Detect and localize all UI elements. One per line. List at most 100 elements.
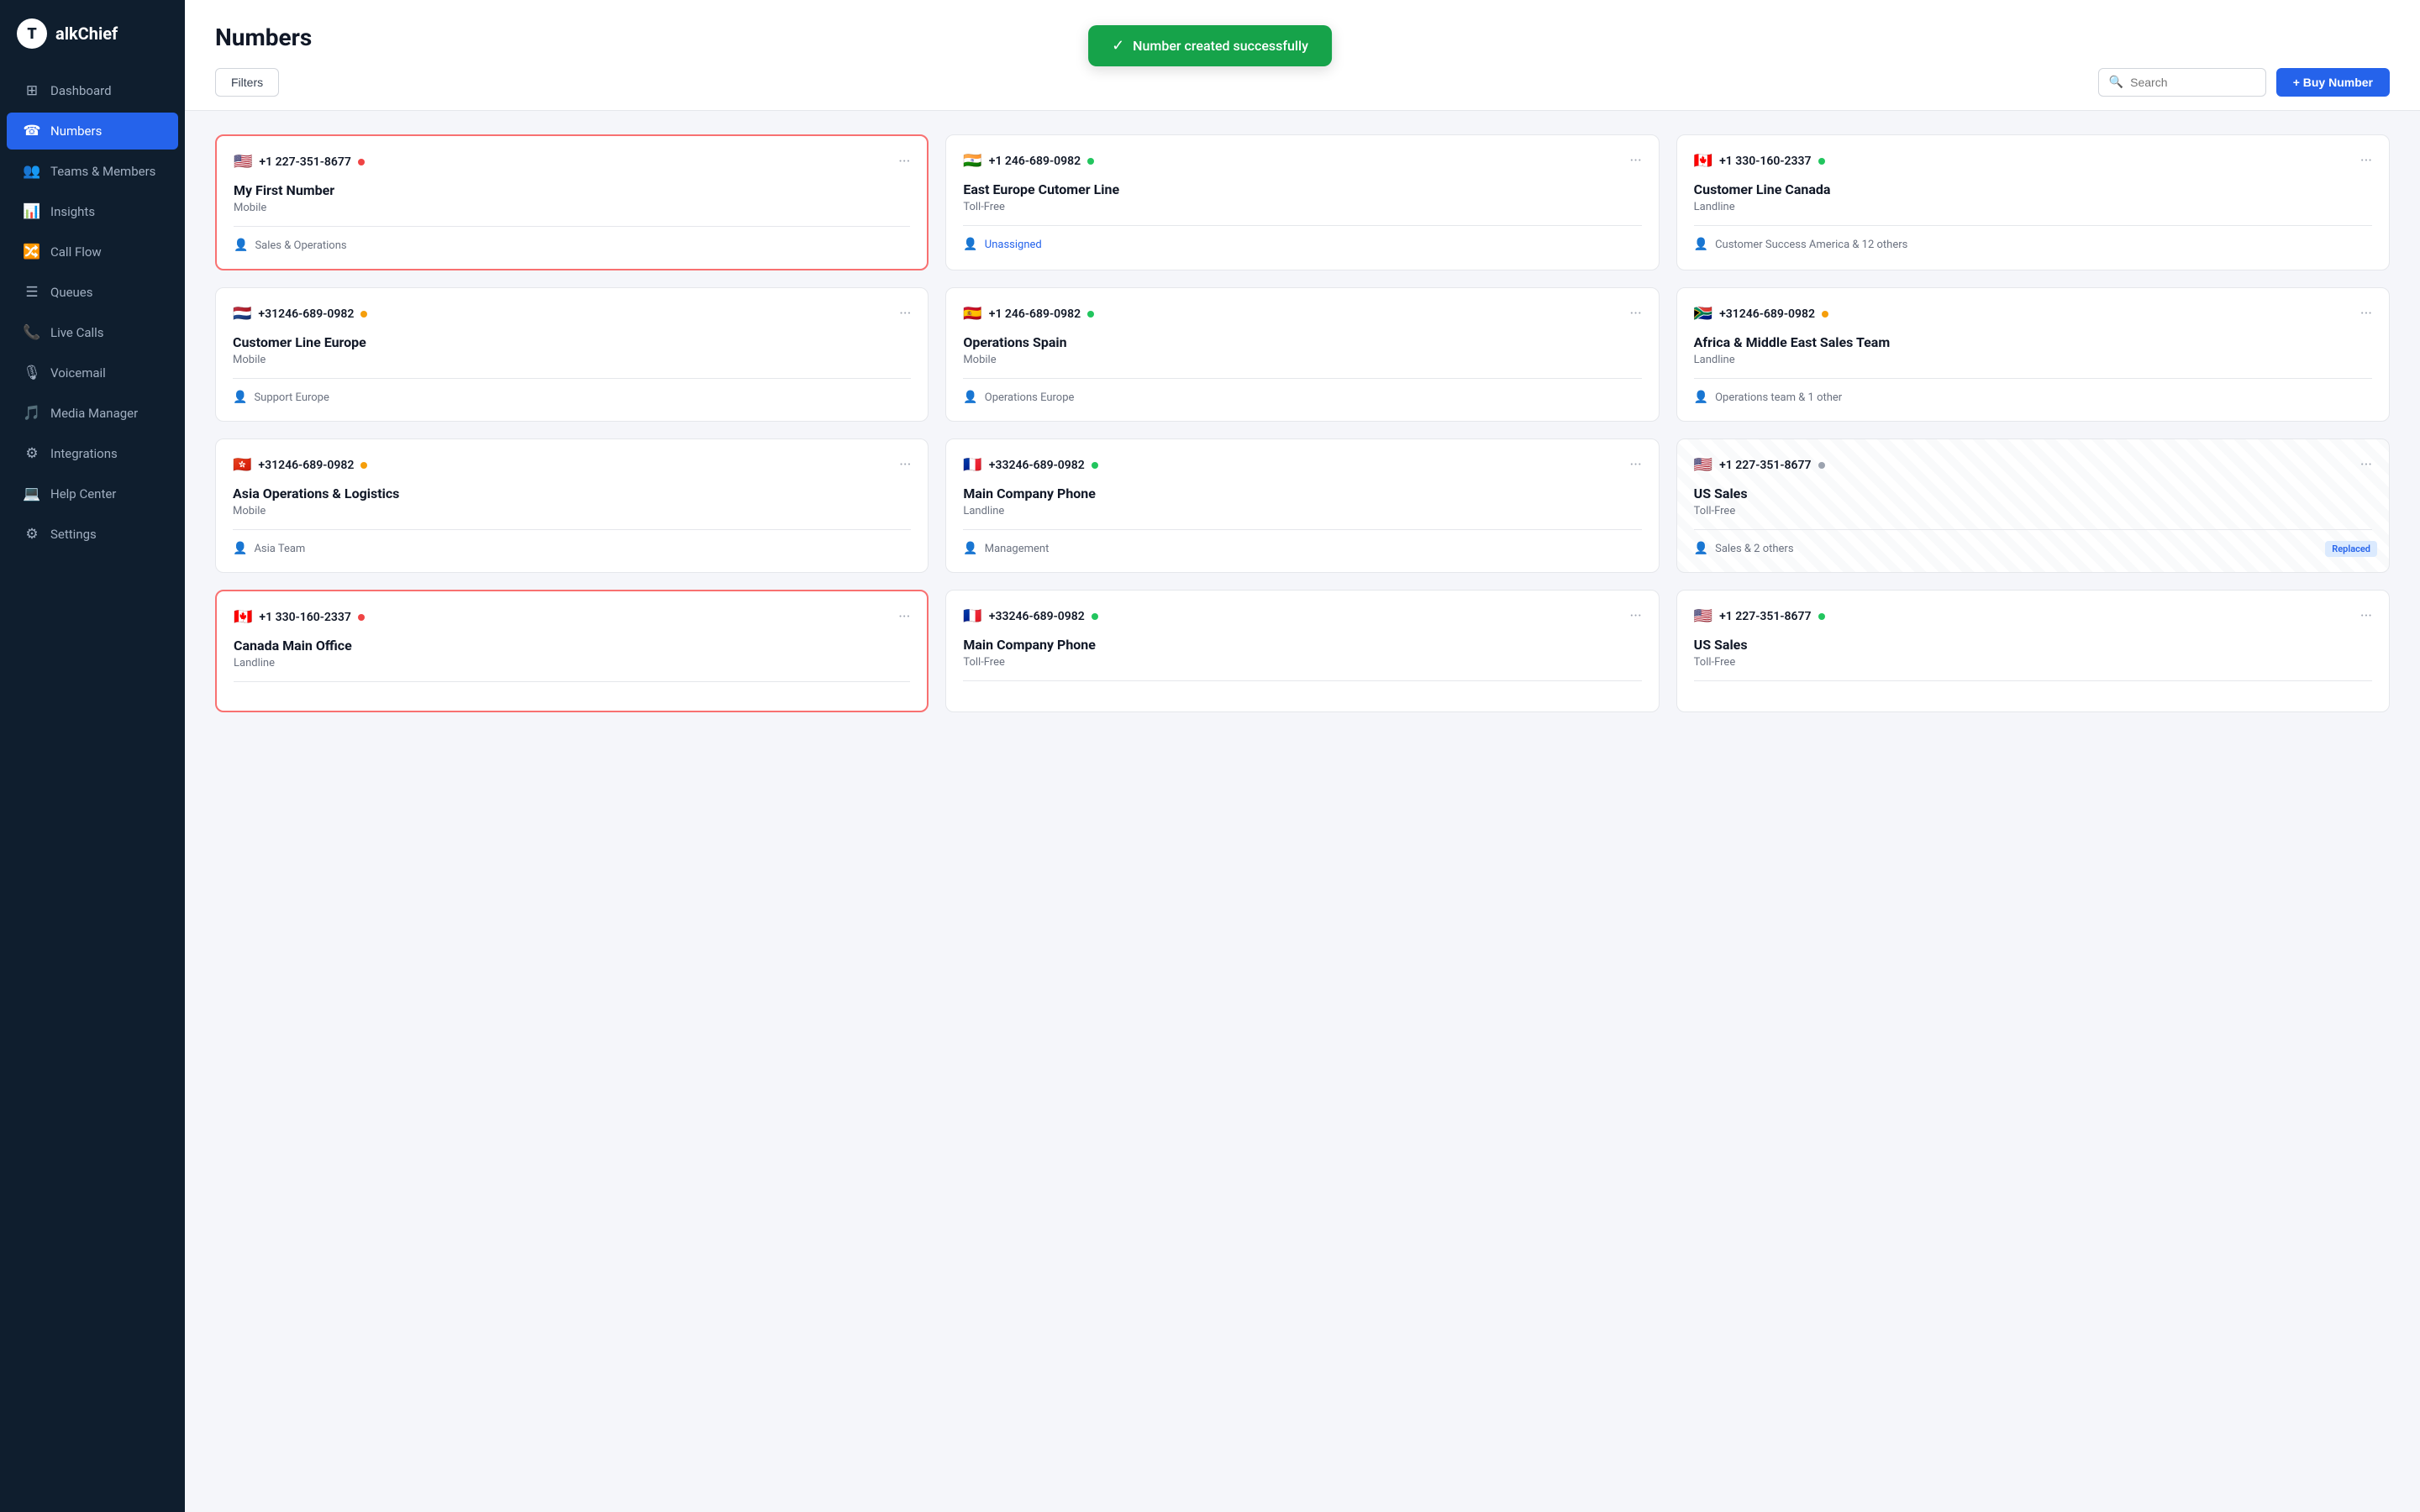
card-name: Asia Operations & Logistics — [233, 486, 911, 501]
card-team: 👤 Operations Europe — [963, 391, 1641, 404]
sidebar-item-livecalls[interactable]: 📞Live Calls — [7, 314, 178, 351]
card-number: +1 227-351-8677 — [1719, 459, 1811, 472]
buy-number-button[interactable]: + Buy Number — [2276, 68, 2390, 97]
card-menu-button[interactable]: ··· — [2360, 305, 2372, 323]
main-content: ✓ Number created successfully Numbers Fi… — [185, 0, 2420, 1512]
queues-icon: ☰ — [24, 284, 40, 301]
status-dot — [1818, 462, 1825, 469]
card-type: Toll-Free — [1694, 656, 2372, 669]
card-name: Main Company Phone — [963, 637, 1641, 653]
team-icon: 👤 — [233, 542, 247, 555]
search-input[interactable] — [2130, 76, 2255, 89]
card-menu-button[interactable]: ··· — [898, 153, 910, 171]
filter-button[interactable]: Filters — [215, 68, 279, 97]
sidebar-item-numbers[interactable]: ☎Numbers — [7, 113, 178, 150]
card-divider — [234, 681, 910, 682]
card-type: Landline — [1694, 354, 2372, 366]
card-type: Toll-Free — [963, 201, 1641, 213]
team-label: Asia Team — [254, 543, 305, 555]
status-dot — [1092, 462, 1098, 469]
card-top: 🇭🇰 +31246-689-0982 ··· — [233, 456, 911, 474]
number-card[interactable]: 🇺🇸 +1 227-351-8677 ··· US Sales Toll-Fre… — [1676, 438, 2390, 573]
help-icon: 💻 — [24, 486, 40, 502]
sidebar-item-label: Insights — [50, 204, 95, 219]
flag-icon: 🇭🇰 — [233, 456, 251, 474]
flag-icon: 🇺🇸 — [1694, 607, 1712, 625]
number-card[interactable]: 🇺🇸 +1 227-351-8677 ··· My First Number M… — [215, 134, 929, 270]
search-icon: 🔍 — [2109, 76, 2123, 89]
card-menu-button[interactable]: ··· — [2360, 607, 2372, 625]
card-top: 🇨🇦 +1 330-160-2337 ··· — [1694, 152, 2372, 170]
flag-icon: 🇺🇸 — [1694, 456, 1712, 474]
sidebar-item-label: Queues — [50, 285, 93, 300]
sidebar-item-label: Live Calls — [50, 325, 104, 340]
card-team: 👤 Sales & 2 others — [1694, 542, 2372, 555]
card-menu-button[interactable]: ··· — [1630, 152, 1642, 170]
card-name: East Europe Cutomer Line — [963, 181, 1641, 197]
card-name: Canada Main Office — [234, 638, 910, 654]
team-icon: 👤 — [233, 391, 247, 404]
sidebar-item-dashboard[interactable]: ⊞Dashboard — [7, 72, 178, 109]
card-name: Main Company Phone — [963, 486, 1641, 501]
number-card[interactable]: 🇳🇱 +31246-689-0982 ··· Customer Line Eur… — [215, 287, 929, 422]
number-card[interactable]: 🇨🇦 +1 330-160-2337 ··· Canada Main Offic… — [215, 590, 929, 712]
sidebar-item-help[interactable]: 💻 Help Center — [7, 475, 178, 512]
status-dot — [1092, 613, 1098, 620]
card-team: 👤 Operations team & 1 other — [1694, 391, 2372, 404]
toast-message: Number created successfully — [1133, 38, 1308, 54]
card-top: 🇺🇸 +1 227-351-8677 ··· — [1694, 456, 2372, 474]
card-number: +33246-689-0982 — [989, 610, 1085, 623]
flag-icon: 🇨🇦 — [234, 608, 252, 626]
flag-icon: 🇿🇦 — [1694, 305, 1712, 323]
voicemail-icon: 🎙 — [24, 365, 40, 381]
sidebar-item-voicemail[interactable]: 🎙Voicemail — [7, 354, 178, 391]
teams-icon: 👥 — [24, 163, 40, 180]
sidebar-item-settings[interactable]: ⚙Settings — [7, 516, 178, 553]
card-name: Africa & Middle East Sales Team — [1694, 334, 2372, 350]
card-menu-button[interactable]: ··· — [898, 608, 910, 626]
card-menu-button[interactable]: ··· — [1630, 456, 1642, 474]
card-team: 👤 Unassigned — [963, 238, 1641, 251]
sidebar-logo: T alkChief — [0, 0, 185, 64]
insights-icon: 📊 — [24, 203, 40, 220]
sidebar-item-teams[interactable]: 👥Teams & Members — [7, 153, 178, 190]
number-card[interactable]: 🇨🇦 +1 330-160-2337 ··· Customer Line Can… — [1676, 134, 2390, 270]
card-menu-button[interactable]: ··· — [899, 305, 911, 323]
card-number-row: 🇨🇦 +1 330-160-2337 — [1694, 152, 1825, 170]
number-card[interactable]: 🇪🇸 +1 246-689-0982 ··· Operations Spain … — [945, 287, 1659, 422]
card-type: Toll-Free — [1694, 505, 2372, 517]
number-card[interactable]: 🇺🇸 +1 227-351-8677 ··· US Sales Toll-Fre… — [1676, 590, 2390, 712]
sidebar-item-media[interactable]: 🎵Media Manager — [7, 395, 178, 432]
card-number-row: 🇫🇷 +33246-689-0982 — [963, 607, 1097, 625]
card-menu-button[interactable]: ··· — [2360, 456, 2372, 474]
sidebar-item-integrations[interactable]: ⚙Integrations — [7, 435, 178, 472]
number-card[interactable]: 🇮🇳 +1 246-689-0982 ··· East Europe Cutom… — [945, 134, 1659, 270]
card-menu-button[interactable]: ··· — [1630, 607, 1642, 625]
team-label: Sales & Operations — [255, 239, 346, 252]
status-dot — [360, 311, 367, 318]
sidebar-item-label: Help Center — [50, 486, 116, 501]
status-dot — [1818, 158, 1825, 165]
card-menu-button[interactable]: ··· — [2360, 152, 2372, 170]
card-menu-button[interactable]: ··· — [899, 456, 911, 474]
team-icon: 👤 — [963, 238, 977, 251]
card-number: +1 227-351-8677 — [259, 155, 350, 169]
card-divider — [233, 378, 911, 379]
team-icon: 👤 — [1694, 238, 1708, 251]
numbers-grid-container: 🇺🇸 +1 227-351-8677 ··· My First Number M… — [185, 111, 2420, 1512]
card-top: 🇳🇱 +31246-689-0982 ··· — [233, 305, 911, 323]
sidebar-item-queues[interactable]: ☰ Queues — [7, 274, 178, 311]
flag-icon: 🇫🇷 — [963, 456, 981, 474]
number-card[interactable]: 🇭🇰 +31246-689-0982 ··· Asia Operations &… — [215, 438, 929, 573]
team-icon: 👤 — [234, 239, 248, 252]
sidebar-item-insights[interactable]: 📊 Insights — [7, 193, 178, 230]
logo-icon: T — [17, 18, 47, 49]
card-top: 🇫🇷 +33246-689-0982 ··· — [963, 607, 1641, 625]
number-card[interactable]: 🇫🇷 +33246-689-0982 ··· Main Company Phon… — [945, 590, 1659, 712]
team-label: Operations Europe — [985, 391, 1075, 404]
sidebar-item-callflow[interactable]: 🔀Call Flow — [7, 234, 178, 270]
number-card[interactable]: 🇿🇦 +31246-689-0982 ··· Africa & Middle E… — [1676, 287, 2390, 422]
card-menu-button[interactable]: ··· — [1630, 305, 1642, 323]
number-card[interactable]: 🇫🇷 +33246-689-0982 ··· Main Company Phon… — [945, 438, 1659, 573]
card-top: 🇺🇸 +1 227-351-8677 ··· — [234, 153, 910, 171]
